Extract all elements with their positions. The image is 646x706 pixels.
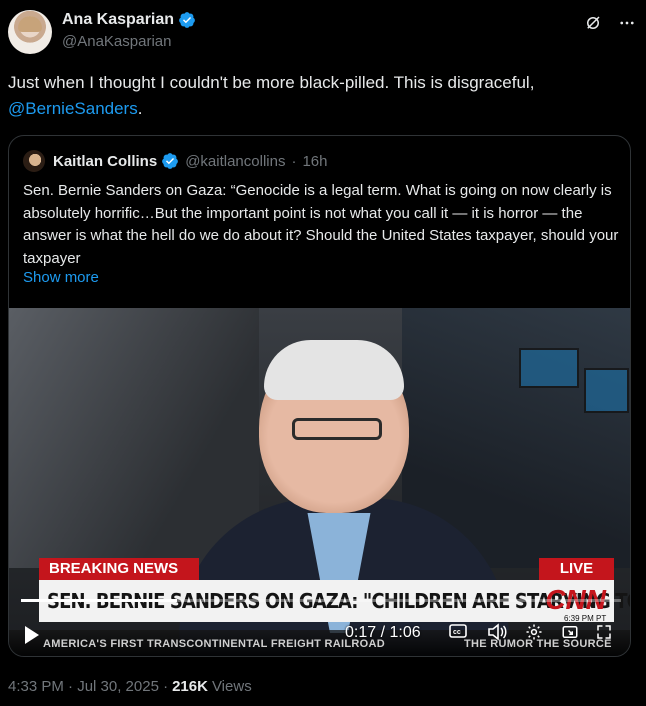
play-icon[interactable] [25,626,39,644]
quoted-tweet-header: Kaitlan Collins @kaitlancollins · 16h [23,150,328,172]
tweet-footer: 4:33 PM · Jul 30, 2025 · 216K Views [8,678,252,695]
quoted-tweet-age[interactable]: 16h [302,153,327,170]
quoted-tweet[interactable]: Kaitlan Collins @kaitlancollins · 16h Se… [8,135,631,657]
studio-monitor [584,368,629,413]
live-label: LIVE [539,558,614,580]
mention-link[interactable]: @BernieSanders [8,99,138,118]
captions-icon[interactable]: cc [449,623,467,645]
separator-dot: · [291,152,297,170]
fullscreen-icon[interactable] [595,623,613,647]
show-more-link[interactable]: Show more [23,269,99,286]
views-label: Views [211,678,252,695]
more-options-icon[interactable] [618,14,636,35]
breaking-news-label: BREAKING NEWS [39,558,199,580]
quoted-tweet-text: Sen. Bernie Sanders on Gaza: “Genocide i… [23,182,619,267]
tweet-text-body: Just when I thought I couldn't be more b… [8,73,535,92]
speaker-hair [264,340,404,400]
picture-in-picture-icon[interactable] [561,623,579,647]
video-progress-bar[interactable] [21,599,621,602]
author-handle[interactable]: @AnaKasparian [62,33,171,50]
author-name-text[interactable]: Ana Kasparian [62,11,174,29]
verified-badge-icon [162,153,179,169]
grok-icon[interactable] [584,14,602,35]
settings-gear-icon[interactable] [525,623,543,647]
volume-icon[interactable] [487,623,507,647]
svg-text:cc: cc [453,629,461,636]
quoted-avatar[interactable] [23,150,45,172]
author-name[interactable]: Ana Kasparian [62,11,196,29]
tweet-header: Ana Kasparian @AnaKasparian [8,8,638,56]
quoted-author-handle[interactable]: @kaitlancollins [185,153,285,170]
video-progress-fill [21,599,177,602]
video-time: 0:17 / 1:06 [345,624,421,641]
tweet-text: Just when I thought I couldn't be more b… [8,70,628,122]
avatar[interactable] [8,10,52,54]
video-background-left [9,308,259,568]
views-count: 216K [172,678,208,695]
quoted-author-name[interactable]: Kaitlan Collins [53,153,157,170]
video-controls: 0:17 / 1:06 cc [9,620,630,652]
speaker-glasses [292,418,382,440]
video-player[interactable]: BREAKING NEWS LIVE SEN. BERNIE SANDERS O… [9,308,630,656]
studio-monitor [519,348,579,388]
tweet-text-end: . [137,99,143,118]
verified-badge-icon [179,12,195,28]
tweet-timestamp[interactable]: 4:33 PM · Jul 30, 2025 · [8,678,168,695]
